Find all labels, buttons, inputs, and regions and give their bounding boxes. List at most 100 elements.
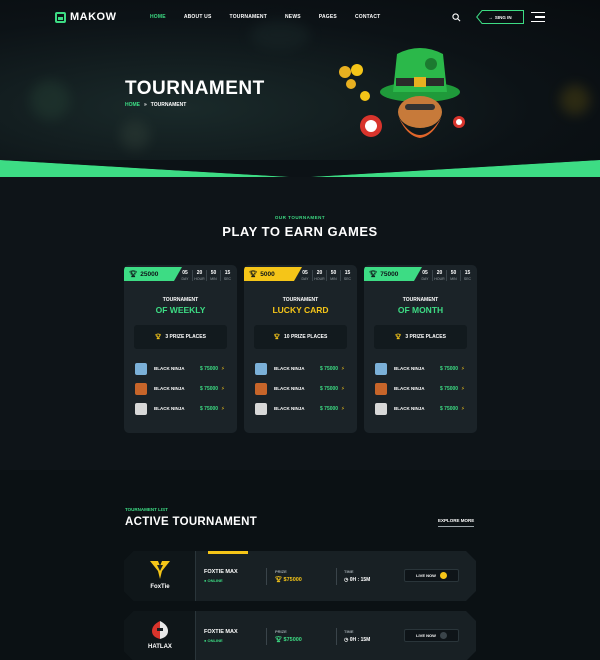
- tournament-name: FOXTIE MAX: [204, 629, 238, 635]
- avatar: [375, 362, 387, 375]
- tournament-card[interactable]: 🏆︎ 5000 05 DAY 20 HOUR 50 MIN 15 SEC TOURNAME…: [244, 265, 357, 433]
- online-status: ● ONLINE: [204, 578, 223, 583]
- card-prize-tag: 🏆︎ 5000: [244, 267, 302, 281]
- player-row: BLACK NINJA $ 75000 ⚡︎: [135, 402, 228, 415]
- bolt-icon: ⚡︎: [461, 385, 465, 392]
- signin-label: SING IN: [494, 14, 512, 20]
- trophy-icon: 🏆︎: [129, 271, 138, 278]
- countdown-timer: 05 DAY 20 HOUR 50 MIN 15 SEC: [418, 270, 474, 281]
- prize-value: 🏆︎ $75000: [275, 577, 302, 583]
- mascot-illustration: [339, 48, 465, 138]
- tournament-logo-label: FoxTie: [150, 584, 170, 590]
- time-value: ◷ 0H : 15M: [344, 577, 371, 583]
- bolt-icon: ⚡︎: [461, 365, 465, 372]
- games-title: PLAY TO EARN GAMES: [222, 224, 378, 239]
- breadcrumb-home[interactable]: HOME: [125, 102, 140, 108]
- live-now-button[interactable]: LIVE NOW: [404, 629, 459, 642]
- online-status: ● ONLINE: [204, 638, 223, 643]
- divider: [336, 568, 337, 585]
- breadcrumb-current: TOURNAMENT: [150, 102, 187, 108]
- hatlax-logo-icon: [149, 619, 171, 641]
- tournament-row[interactable]: HATLAX FOXTIE MAX ● ONLINE PRIZE 🏆︎ $750…: [124, 611, 476, 660]
- menu-burger-icon[interactable]: [531, 12, 545, 23]
- bolt-icon: ⚡︎: [461, 405, 465, 412]
- breadcrumb: HOME » TOURNAMENT: [125, 102, 186, 108]
- live-now-button[interactable]: LIVE NOW: [404, 569, 459, 582]
- explore-more-link[interactable]: EXPLORE MORE: [438, 518, 475, 527]
- card-subtitle: TOURNAMENT: [282, 297, 319, 303]
- trophy-icon: 🏆︎: [155, 334, 162, 340]
- time-label: TIME: [344, 569, 354, 574]
- page-title: TOURNAMENT: [125, 78, 265, 99]
- live-dot-icon: [440, 632, 447, 639]
- time-label: TIME: [344, 629, 354, 634]
- tournament-card[interactable]: 🏆︎ 25000 05 DAY 20 HOUR 50 MIN 15 SEC TOURNAM…: [124, 265, 237, 433]
- time-value: ◷ 0H : 15M: [344, 637, 371, 643]
- nav-home[interactable]: HOME: [150, 14, 166, 20]
- nav-news[interactable]: NEWS: [285, 14, 301, 20]
- brand-name: MAKOW: [70, 11, 117, 23]
- active-eyebrow: TOURNAMENT LIST: [125, 507, 168, 512]
- nav-contact[interactable]: CONTACT: [355, 14, 380, 20]
- divider: [266, 568, 267, 585]
- player-row: BLACK NINJA $ 75000 ⚡︎: [375, 382, 468, 395]
- avatar: [375, 382, 387, 395]
- countdown-timer: 05 DAY 20 HOUR 50 MIN 15 SEC: [298, 270, 354, 281]
- card-name: OF WEEKLY: [155, 305, 206, 315]
- row-accent: [208, 551, 248, 554]
- card-subtitle: TOURNAMENT: [402, 297, 439, 303]
- active-title: ACTIVE TOURNAMENT: [125, 516, 258, 528]
- brand-logo[interactable]: MAKOW: [55, 11, 117, 23]
- hero-green-divider: [0, 160, 600, 180]
- top-header: MAKOW HOME ABOUT US TOURNAMENT NEWS PAGE…: [0, 0, 600, 36]
- clock-icon: ◷: [344, 577, 349, 583]
- avatar: [135, 362, 147, 375]
- trophy-icon: 🏆︎: [395, 334, 402, 340]
- player-row: BLACK NINJA $ 75000 ⚡︎: [135, 382, 228, 395]
- signin-button[interactable]: → SING IN: [476, 10, 524, 24]
- trophy-icon: 🏆︎: [275, 577, 282, 583]
- player-row: BLACK NINJA $ 75000 ⚡︎: [255, 362, 348, 375]
- tournament-card[interactable]: 🏆︎ 75000 05 DAY 20 HOUR 50 MIN 15 SEC TOURNAM…: [364, 265, 477, 433]
- bolt-icon: ⚡︎: [221, 365, 225, 372]
- prize-places-box: 🏆︎ 3 PRIZE PLACES: [134, 325, 227, 349]
- player-row: BLACK NINJA $ 75000 ⚡︎: [255, 382, 348, 395]
- live-dot-icon: [440, 572, 447, 579]
- card-prize-tag: 🏆︎ 25000: [124, 267, 182, 281]
- prize-label: PRIZE: [275, 569, 287, 574]
- divider: [336, 628, 337, 645]
- bolt-icon: ⚡︎: [221, 405, 225, 412]
- bolt-icon: ⚡︎: [341, 365, 345, 372]
- player-row: BLACK NINJA $ 75000 ⚡︎: [375, 402, 468, 415]
- avatar: [375, 402, 387, 415]
- card-subtitle: TOURNAMENT: [162, 297, 199, 303]
- trophy-icon: 🏆︎: [249, 271, 258, 278]
- bolt-icon: ⚡︎: [221, 385, 225, 392]
- prize-value: 🏆︎ $75000: [275, 637, 302, 643]
- player-row: BLACK NINJA $ 75000 ⚡︎: [255, 402, 348, 415]
- nav-tournament[interactable]: TOURNAMENT: [230, 14, 267, 20]
- trophy-icon: 🏆︎: [273, 334, 280, 340]
- avatar: [255, 402, 267, 415]
- player-row: BLACK NINJA $ 75000 ⚡︎: [135, 362, 228, 375]
- trophy-icon: 🏆︎: [369, 271, 378, 278]
- prize-label: PRIZE: [275, 629, 287, 634]
- player-row: BLACK NINJA $ 75000 ⚡︎: [375, 362, 468, 375]
- tournament-logo-panel: FoxTie: [124, 551, 196, 601]
- tournament-name: FOXTIE MAX: [204, 569, 238, 575]
- nav-about-us[interactable]: ABOUT US: [184, 14, 212, 20]
- tournament-logo-label: HATLAX: [148, 644, 172, 650]
- logo-icon: [55, 11, 66, 23]
- nav-pages[interactable]: PAGES: [319, 14, 337, 20]
- avatar: [135, 402, 147, 415]
- avatar: [135, 382, 147, 395]
- breadcrumb-separator: »: [144, 102, 147, 108]
- tournament-row[interactable]: FoxTie FOXTIE MAX ● ONLINE PRIZE 🏆︎ $750…: [124, 551, 476, 601]
- divider: [266, 628, 267, 645]
- bolt-icon: ⚡︎: [341, 405, 345, 412]
- tournament-logo-panel: HATLAX: [124, 611, 196, 660]
- trophy-icon: 🏆︎: [275, 637, 282, 643]
- avatar: [255, 362, 267, 375]
- clock-icon: ◷: [344, 637, 349, 643]
- search-icon[interactable]: [452, 13, 461, 22]
